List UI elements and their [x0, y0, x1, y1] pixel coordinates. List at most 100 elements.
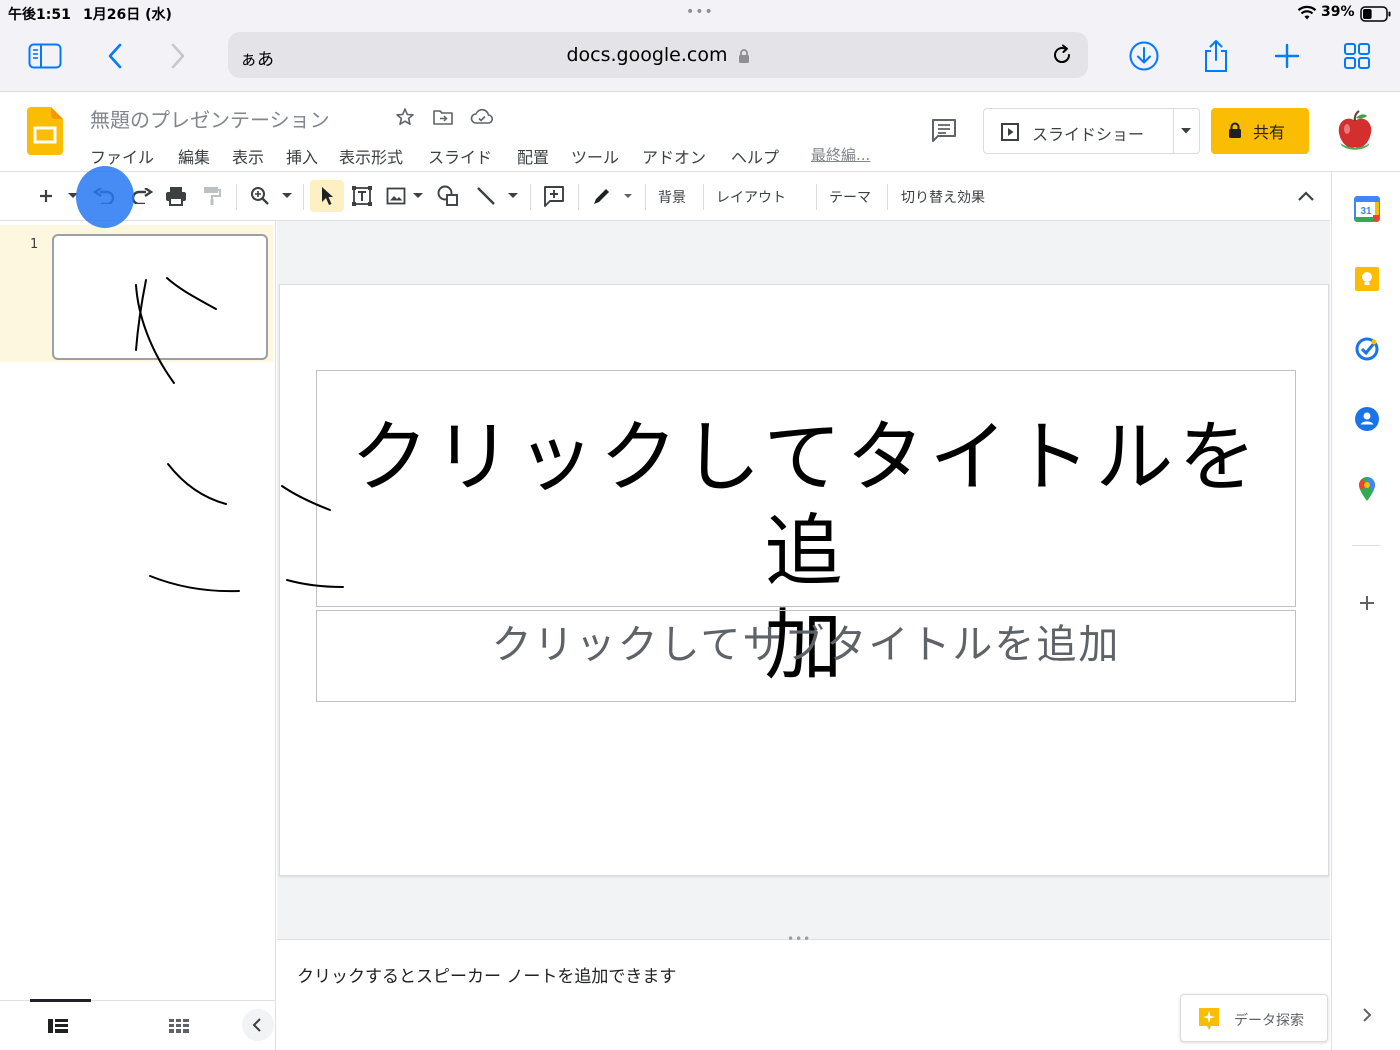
url-host: docs.google.com [228, 44, 1088, 66]
toolbar-separator [703, 184, 704, 210]
share-icon[interactable] [1196, 38, 1236, 74]
layout-button[interactable]: レイアウト [716, 187, 786, 207]
menu-file[interactable]: ファイル [90, 144, 154, 168]
notes-resize-handle[interactable]: ••• [787, 932, 811, 946]
calendar-icon[interactable]: 31 [1354, 196, 1380, 222]
side-panel-divider [1352, 545, 1380, 546]
line-icon[interactable] [470, 180, 502, 212]
move-folder-icon[interactable] [432, 107, 454, 127]
keep-icon[interactable] [1354, 266, 1380, 292]
collapse-toolbar-icon[interactable] [1292, 180, 1320, 212]
editing-toolbar: 背景 レイアウト テーマ 切り替え効果 [0, 172, 1330, 371]
add-comment-icon[interactable] [538, 180, 570, 212]
share-label: 共有 [1253, 123, 1286, 142]
title-placeholder[interactable]: クリックしてタイトルを追 加 [316, 370, 1296, 691]
grid-view-icon[interactable] [169, 1019, 189, 1033]
multitasking-dots[interactable]: ••• [686, 4, 714, 20]
toolbar-separator [530, 184, 531, 210]
slides-header: 無題のプレゼンテーション ファイル 編集 表示 挿入 表示形式 スライド 配置 … [0, 92, 1400, 172]
download-icon[interactable] [1124, 38, 1164, 74]
filmstrip-footer [0, 999, 276, 1050]
collapse-filmstrip-button[interactable] [242, 1009, 274, 1041]
shape-icon[interactable] [432, 180, 464, 212]
toolbar-separator [303, 184, 304, 210]
slide-thumbnail[interactable] [52, 234, 268, 360]
slideshow-button[interactable]: スライドショー [983, 108, 1200, 154]
new-slide-icon[interactable] [30, 180, 62, 212]
line-dropdown-icon[interactable] [504, 180, 522, 212]
notes-placeholder[interactable]: クリックするとスピーカー ノートを追加できます [297, 962, 676, 987]
menu-edit[interactable]: 編集 [178, 144, 210, 168]
slides-logo-icon[interactable] [27, 107, 63, 155]
sidebar-icon[interactable] [25, 38, 65, 74]
title-line-1: クリックしてタイトルを追 [350, 413, 1262, 597]
toolbar-separator [578, 184, 579, 210]
menu-arrange[interactable]: 配置 [517, 144, 549, 168]
menu-insert[interactable]: 挿入 [286, 144, 318, 168]
explore-button[interactable]: データ探索 [1180, 994, 1328, 1042]
subtitle-placeholder[interactable]: クリックしてサブタイトルを追加 [316, 610, 1296, 702]
toolbar-separator [236, 184, 237, 210]
share-button[interactable]: 共有 [1211, 108, 1309, 154]
menu-view[interactable]: 表示 [232, 144, 264, 168]
wifi-icon [1297, 5, 1317, 21]
tasks-icon[interactable] [1354, 336, 1380, 362]
select-cursor-icon[interactable] [310, 180, 344, 212]
back-icon[interactable] [95, 38, 135, 74]
filmstrip-view-icon[interactable] [48, 1019, 68, 1033]
explore-icon [1197, 1006, 1221, 1032]
slide[interactable]: クリックしてタイトルを追 加 クリックしてサブタイトルを追加 [279, 284, 1329, 876]
add-addon-icon[interactable] [1354, 590, 1380, 616]
address-bar[interactable]: ぁあ docs.google.com [228, 32, 1088, 78]
new-tab-icon[interactable] [1267, 38, 1307, 74]
slideshow-divider [1173, 109, 1174, 153]
avatar[interactable] [1334, 110, 1376, 152]
pen-dropdown-icon[interactable] [620, 180, 636, 212]
forward-icon[interactable] [158, 38, 198, 74]
battery-percent: 39% [1321, 4, 1355, 20]
star-icon[interactable] [395, 107, 415, 127]
cloud-saved-icon[interactable] [470, 107, 494, 127]
menu-slide[interactable]: スライド [428, 144, 492, 168]
image-dropdown-icon[interactable] [410, 180, 426, 212]
explore-label: データ探索 [1234, 1013, 1304, 1029]
last-edit-link[interactable]: 最終編... [811, 144, 870, 165]
insert-image-icon[interactable] [382, 180, 410, 212]
tabs-overview-icon[interactable] [1337, 38, 1377, 74]
slideshow-dropdown-icon[interactable] [1180, 127, 1192, 135]
expand-panel-icon[interactable] [1354, 1002, 1380, 1028]
toolbar-separator [816, 184, 817, 210]
lock-icon [1228, 122, 1242, 139]
menu-tools[interactable]: ツール [571, 144, 619, 168]
lock-icon [738, 48, 750, 64]
speaker-notes[interactable]: ••• クリックするとスピーカー ノートを追加できます データ探索 [277, 932, 1330, 1050]
active-view-indicator [30, 999, 91, 1002]
background-button[interactable]: 背景 [658, 187, 686, 207]
maps-icon[interactable] [1354, 476, 1380, 502]
text-box-icon[interactable] [346, 180, 378, 212]
menu-format[interactable]: 表示形式 [339, 144, 403, 168]
pen-icon[interactable] [586, 180, 618, 212]
slide-number: 1 [30, 237, 39, 252]
zoom-dropdown-icon[interactable] [278, 180, 296, 212]
safari-toolbar: ぁあ docs.google.com [0, 28, 1400, 92]
paint-format-icon[interactable] [196, 180, 228, 212]
zoom-icon[interactable] [244, 180, 276, 212]
slideshow-label: スライドショー [1032, 125, 1145, 144]
filmstrip-selected-row[interactable]: 1 [0, 225, 273, 362]
document-title[interactable]: 無題のプレゼンテーション [90, 104, 330, 133]
toolbar-separator [887, 184, 888, 210]
comment-history-icon[interactable] [930, 117, 958, 143]
battery-icon [1360, 6, 1392, 22]
print-icon[interactable] [160, 180, 192, 212]
menu-help[interactable]: ヘルプ [731, 144, 779, 168]
menu-addons[interactable]: アドオン [642, 144, 706, 168]
theme-button[interactable]: テーマ [829, 187, 871, 207]
transition-button[interactable]: 切り替え効果 [901, 187, 985, 207]
toolbar-separator [645, 184, 646, 210]
subtitle-placeholder-text: クリックしてサブタイトルを追加 [491, 622, 1121, 668]
contacts-icon[interactable] [1354, 406, 1380, 432]
side-panel: 31 [1331, 172, 1400, 1050]
reload-icon[interactable] [1050, 43, 1074, 67]
slide-filmstrip: 1 [0, 221, 276, 1050]
